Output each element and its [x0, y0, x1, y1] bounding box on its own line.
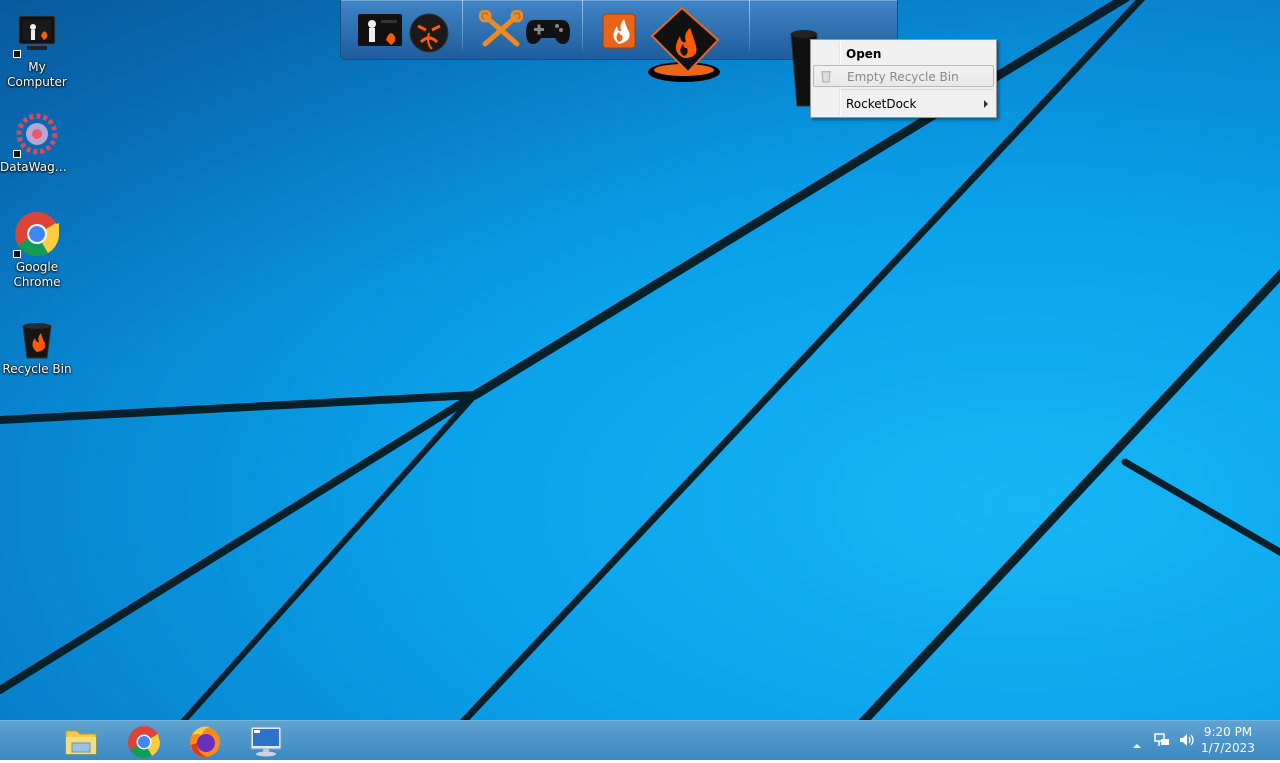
dock-separator [462, 0, 463, 52]
chrome-icon [128, 726, 161, 759]
desktop-icon-google-chrome[interactable]: Google Chrome [0, 210, 74, 290]
wallpaper [0, 0, 1280, 720]
volume-icon[interactable] [1178, 731, 1196, 753]
taskbar-remote-desktop[interactable] [243, 723, 289, 759]
monitor-icon [250, 726, 282, 757]
computer-flame-icon [358, 14, 402, 46]
dock-separator [582, 0, 583, 52]
taskbar-firefox[interactable] [182, 723, 228, 759]
desktop-icon-label: DataWagon... [0, 160, 74, 174]
gamepad-icon [526, 20, 570, 44]
taskbar-file-explorer[interactable] [58, 723, 104, 759]
menu-separator [841, 89, 994, 90]
computer-flame-icon [13, 10, 61, 58]
flame-folder-icon [648, 6, 720, 82]
taskbar: 9:20 PM 1/7/2023 [0, 720, 1280, 760]
dock-item-zone[interactable] [408, 12, 450, 58]
dock-item-folder[interactable] [644, 6, 724, 88]
desktop[interactable]: My Computer DataWagon... Google Chrome R… [0, 0, 1280, 720]
chrome-icon [13, 210, 61, 258]
shortcut-arrow-icon [13, 50, 21, 58]
dock-item-documents[interactable] [601, 12, 637, 54]
dock-item-my-computer[interactable] [356, 12, 404, 54]
recycle-bin-icon [819, 69, 833, 83]
menu-item-rocketdock[interactable]: RocketDock [813, 93, 994, 115]
taskbar-chrome[interactable] [121, 723, 167, 759]
menu-item-empty-recycle-bin[interactable]: Empty Recycle Bin [813, 65, 994, 87]
menu-item-open[interactable]: Open [813, 43, 994, 65]
menu-item-label: Open [846, 47, 882, 61]
shortcut-arrow-icon [13, 250, 21, 258]
folder-icon [65, 730, 97, 755]
flame-document-icon [602, 13, 636, 49]
dock-item-games[interactable] [526, 14, 570, 52]
desktop-icon-label: Google Chrome [13, 260, 61, 289]
desktop-icon-recycle-bin[interactable]: Recycle Bin [0, 320, 74, 377]
firefox-icon [190, 726, 220, 757]
datawagon-gear-icon [13, 110, 61, 158]
desktop-icon-datawagon[interactable]: DataWagon... [0, 110, 74, 175]
crossed-wrenches-icon [478, 9, 524, 47]
context-menu: Open Empty Recycle Bin RocketDock [810, 39, 997, 118]
system-clock[interactable]: 9:20 PM 1/7/2023 [1196, 724, 1260, 756]
submenu-arrow-icon [984, 100, 988, 108]
clock-time: 9:20 PM [1203, 725, 1253, 739]
menu-item-label: RocketDock [846, 97, 917, 111]
desktop-icon-my-computer[interactable]: My Computer [0, 10, 74, 90]
dock-separator [749, 0, 750, 52]
show-hidden-icons-chevron-icon[interactable] [1132, 735, 1142, 754]
desktop-icon-label: My Computer [7, 60, 67, 89]
demon-face-icon [409, 13, 449, 53]
recycle-bin-icon [13, 320, 61, 360]
desktop-icon-label: Recycle Bin [2, 362, 72, 376]
network-icon[interactable] [1153, 731, 1171, 753]
shortcut-arrow-icon [13, 150, 21, 158]
menu-item-label: Empty Recycle Bin [847, 70, 959, 84]
dock-item-tools[interactable] [478, 9, 524, 54]
clock-date: 1/7/2023 [1201, 741, 1255, 755]
